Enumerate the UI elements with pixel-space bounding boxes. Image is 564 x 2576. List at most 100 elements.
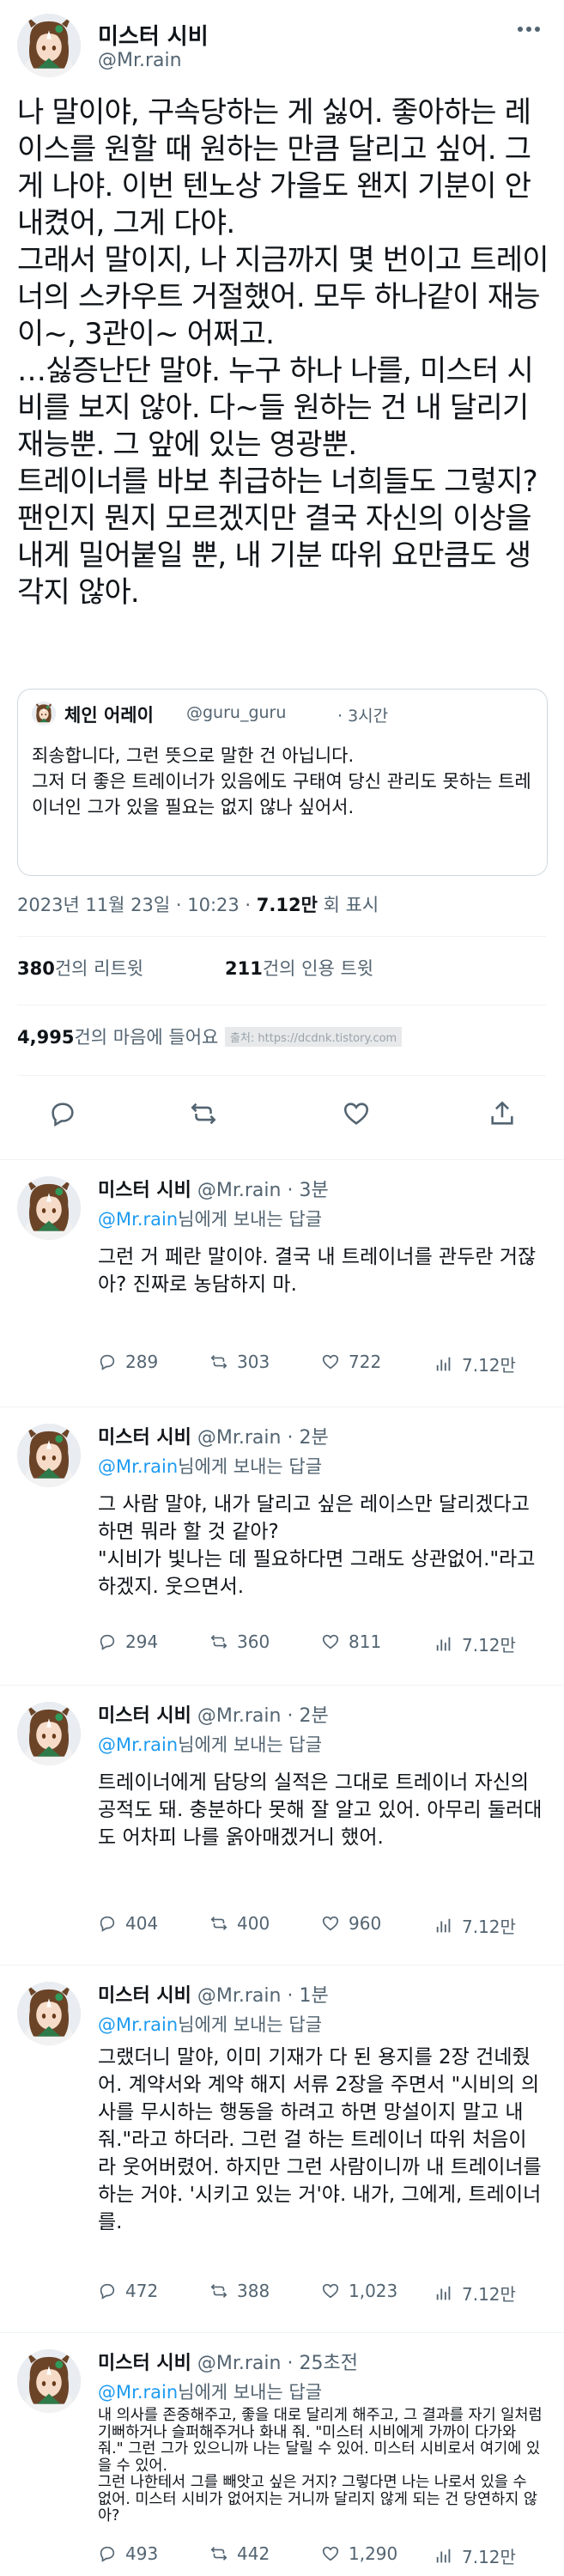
reply-count[interactable]: 472 (98, 2281, 158, 2301)
reply-actions: 472 388 1,023 7.12만 (98, 2281, 544, 2306)
reply-icon (100, 2546, 115, 2562)
view-count[interactable]: 7.12만 (434, 1631, 516, 1656)
reply-count[interactable]: 404 (98, 1913, 158, 1934)
quote-tweet[interactable]: 체인 어레이 @guru_guru · 3시간 죄송합니다, 그런 뜻으로 말한… (17, 689, 548, 876)
like-count[interactable]: 960 (321, 1913, 381, 1934)
user-handle[interactable]: @Mr.rain (197, 1427, 282, 1449)
user-handle[interactable]: @Mr.rain (197, 2353, 282, 2374)
more-dots-icon[interactable] (513, 21, 544, 38)
views-icon (436, 2549, 451, 2562)
like-icon[interactable] (342, 1099, 371, 1128)
reply-time[interactable]: · 2분 (287, 1427, 328, 1449)
reply-icon[interactable] (48, 1099, 77, 1128)
reply-actions: 294 360 811 7.12만 (98, 1631, 544, 1657)
reply-header: 미스터 시비 @Mr.rain · 2분 (98, 1700, 329, 1728)
reply-icon (100, 1354, 115, 1370)
display-name[interactable]: 미스터 시비 (98, 1705, 191, 1727)
reply-count-value: 294 (125, 1631, 159, 1652)
quote-count: 211 (225, 958, 263, 979)
avatar[interactable] (17, 14, 81, 77)
reply-time[interactable]: · 2분 (287, 1705, 328, 1727)
quote-handle: @guru_guru (186, 703, 287, 722)
quote-stat[interactable]: 211건의 인용 트윗 (225, 955, 373, 981)
replying-handle[interactable]: @Mr.rain (98, 1456, 178, 1477)
view-count[interactable]: 7.12만 (434, 2281, 516, 2306)
avatar[interactable] (17, 1176, 81, 1240)
retweet-icon (210, 2284, 227, 2298)
reply-count[interactable]: 289 (98, 1352, 158, 1372)
view-count[interactable]: 7.12만 (434, 1352, 516, 1376)
replying-handle[interactable]: @Mr.rain (98, 1735, 178, 1755)
like-count[interactable]: 722 (321, 1352, 381, 1372)
avatar[interactable] (17, 1702, 81, 1765)
reply-time[interactable]: · 1분 (287, 1985, 328, 2007)
display-name[interactable]: 미스터 시비 (98, 19, 209, 51)
reply-count[interactable]: 294 (98, 1631, 158, 1652)
reply-icon (100, 1634, 115, 1650)
like-count[interactable]: 811 (321, 1631, 381, 1652)
retweet-count[interactable]: 388 (209, 2281, 270, 2301)
view-count[interactable]: 7.12만 (434, 2543, 516, 2568)
like-icon (322, 1354, 339, 1370)
display-name[interactable]: 미스터 시비 (98, 1985, 191, 2007)
tweet-text: 나 말이야, 구속당하는 게 싫어. 좋아하는 레이스를 원할 때 원하는 만큼… (17, 95, 549, 610)
display-name[interactable]: 미스터 시비 (98, 2353, 191, 2374)
avatar[interactable] (17, 1982, 81, 2045)
like-count[interactable]: 1,023 (321, 2281, 397, 2301)
retweet-count[interactable]: 303 (209, 1352, 270, 1372)
replying-suffix: 님에게 보내는 답글 (178, 2382, 323, 2403)
reply-text: 트레이너에게 담당의 실적은 그대로 트레이너 자신의 공적도 돼. 충분하다 … (98, 1771, 543, 1849)
reply-tweet[interactable]: 미스터 시비 @Mr.rain · 3분 @Mr.rain님에게 보내는 답글 … (0, 1159, 564, 1406)
avatar[interactable] (17, 2349, 81, 2413)
retweet-count-value: 360 (237, 1631, 270, 1652)
reply-text: 그랬더니 말야, 이미 기재가 다 된 용지를 2장 건네줬어. 계약서와 계약… (98, 2046, 542, 2233)
quote-time: · 3시간 (337, 707, 389, 726)
watermark: 출처: https://dcdnk.tistory.com (225, 1027, 403, 1047)
like-count[interactable]: 1,290 (321, 2543, 397, 2564)
replying-handle[interactable]: @Mr.rain (98, 2014, 178, 2035)
reply-tweet[interactable]: 미스터 시비 @Mr.rain · 25초전 @Mr.rain님에게 보내는 답… (0, 2332, 564, 2576)
retweet-count: 380 (17, 958, 55, 979)
like-stat[interactable]: 4,995건의 마음에 들어요 (17, 1024, 218, 1049)
retweet-icon (210, 2547, 227, 2561)
replying-to: @Mr.rain님에게 보내는 답글 (98, 1206, 322, 1231)
reply-count-value: 472 (125, 2281, 159, 2301)
avatar[interactable] (17, 1424, 81, 1487)
reply-tweet[interactable]: 미스터 시비 @Mr.rain · 2분 @Mr.rain님에게 보내는 답글 … (0, 1685, 564, 1965)
replying-handle[interactable]: @Mr.rain (98, 2382, 178, 2403)
display-name[interactable]: 미스터 시비 (98, 1427, 191, 1449)
view-count[interactable]: 7.12만 (434, 1913, 516, 1938)
reply-count[interactable]: 493 (98, 2543, 158, 2564)
share-icon[interactable] (488, 1099, 517, 1128)
views-icon (436, 1918, 451, 1932)
reply-tweet[interactable]: 미스터 시비 @Mr.rain · 1분 @Mr.rain님에게 보내는 답글 … (0, 1965, 564, 2332)
reply-time[interactable]: · 3분 (287, 1180, 328, 1201)
retweet-count[interactable]: 442 (209, 2543, 270, 2564)
reply-tweet[interactable]: 미스터 시비 @Mr.rain · 2분 @Mr.rain님에게 보내는 답글 … (0, 1406, 564, 1685)
retweet-icon (210, 1355, 227, 1369)
reply-time[interactable]: · 25초전 (287, 2353, 357, 2374)
view-count: 7.12만 (256, 895, 318, 915)
user-handle[interactable]: @Mr.rain (197, 1180, 282, 1201)
reply-actions: 493 442 1,290 7.12만 (98, 2543, 544, 2569)
retweet-count-value: 303 (237, 1352, 270, 1372)
quote-label: 건의 인용 트윗 (262, 958, 374, 979)
retweet-count[interactable]: 400 (209, 1913, 270, 1934)
like-count-value: 811 (349, 1631, 382, 1652)
display-name[interactable]: 미스터 시비 (98, 1180, 191, 1201)
reply-icon (100, 2283, 115, 2300)
retweet-stat[interactable]: 380건의 리트윗 (17, 955, 143, 981)
user-handle[interactable]: @Mr.rain (98, 50, 182, 71)
user-handle[interactable]: @Mr.rain (197, 1705, 282, 1727)
retweet-icon[interactable] (189, 1099, 218, 1128)
like-count-value: 1,290 (349, 2543, 398, 2564)
user-handle[interactable]: @Mr.rain (197, 1985, 282, 2007)
quote-text: 죄송합니다, 그런 뜻으로 말한 건 아닙니다. 그저 더 좋은 트레이너가 있… (32, 745, 531, 817)
reply-count-value: 289 (125, 1352, 159, 1372)
replying-suffix: 님에게 보내는 답글 (178, 1456, 323, 1477)
reply-text: 그 사람 말야, 내가 달리고 싶은 레이스만 달리겠다고 하면 뭐라 할 것 … (98, 1493, 536, 1598)
tweet-datetime: 2023년 11월 23일 · 10:23 · (17, 895, 257, 915)
replying-handle[interactable]: @Mr.rain (98, 1209, 178, 1230)
retweet-count[interactable]: 360 (209, 1631, 270, 1652)
view-count-value: 7.12만 (462, 2547, 516, 2567)
